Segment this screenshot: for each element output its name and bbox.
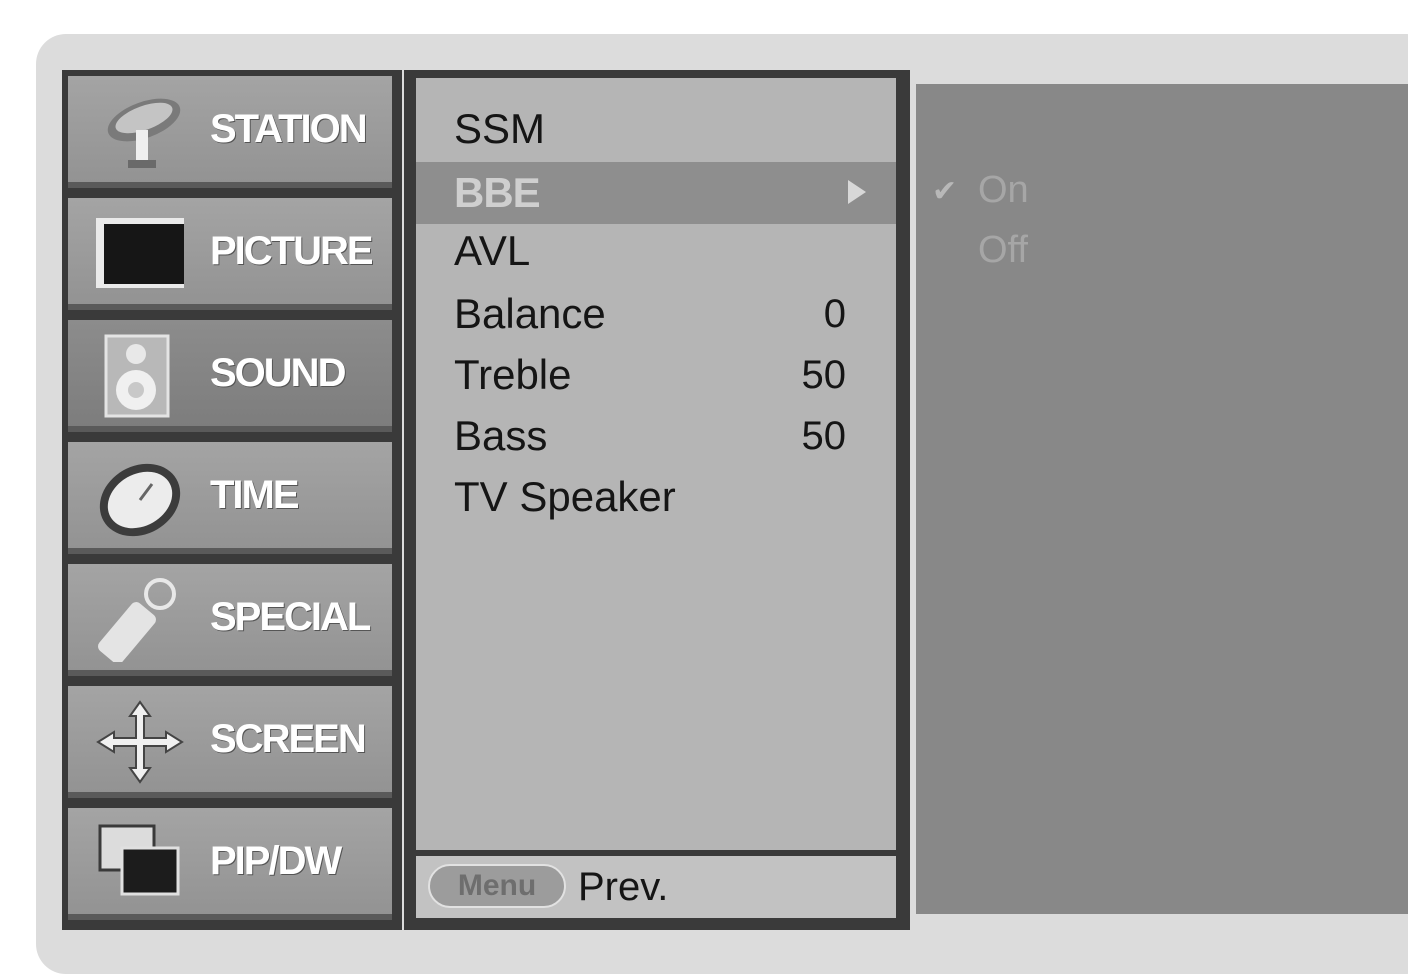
clock-icon: [92, 456, 188, 540]
menu-item-label: SSM: [454, 105, 546, 152]
menu-item-value: 50: [801, 414, 847, 458]
category-pip-dw[interactable]: PIP/DW: [68, 808, 392, 920]
menu-footer: Menu Prev.: [416, 856, 896, 918]
category-time[interactable]: TIME: [68, 442, 392, 554]
option-off[interactable]: Off: [978, 220, 1028, 280]
category-label: PICTURE: [210, 229, 374, 273]
menu-item-label: AVL: [454, 227, 531, 274]
pip-windows-icon: [92, 822, 188, 906]
category-special[interactable]: SPECIAL: [68, 564, 392, 676]
option-label: On: [978, 169, 1029, 211]
speaker-icon: [92, 334, 188, 418]
category-label: TIME: [210, 473, 300, 517]
menu-item-label: Balance: [454, 290, 606, 337]
menu-item-label: TV Speaker: [454, 473, 676, 520]
category-label: SCREEN: [210, 717, 367, 761]
category-label: SPECIAL: [210, 595, 371, 639]
menu-item-bbe[interactable]: BBE: [416, 162, 896, 224]
menu-item-balance[interactable]: Balance 0: [416, 283, 896, 345]
category-label: SOUND: [210, 351, 346, 395]
checkmark-icon: ✔: [932, 174, 958, 209]
menu-item-label: BBE: [454, 169, 541, 216]
option-on[interactable]: On: [978, 160, 1029, 220]
category-sound[interactable]: SOUND: [68, 320, 392, 432]
menu-item-treble[interactable]: Treble 50: [416, 344, 896, 406]
menu-item-value: 50: [801, 353, 847, 397]
category-label: STATION: [210, 107, 368, 151]
move-arrows-icon: [92, 700, 188, 784]
submenu-arrow-icon: [848, 180, 866, 204]
category-screen[interactable]: SCREEN: [68, 686, 392, 798]
menu-item-tv-speaker[interactable]: TV Speaker: [416, 466, 896, 528]
category-station[interactable]: STATION: [68, 76, 392, 188]
tv-screen-icon: [92, 212, 188, 296]
menu-item-bass[interactable]: Bass 50: [416, 405, 896, 467]
menu-item-label: Bass: [454, 412, 548, 459]
option-label: Off: [978, 229, 1028, 271]
menu-item-ssm[interactable]: SSM: [416, 98, 896, 160]
category-label: PIP/DW: [210, 839, 342, 883]
prev-label: Prev.: [578, 865, 669, 909]
satellite-dish-icon: [92, 90, 188, 174]
menu-item-label: Treble: [454, 351, 572, 398]
menu-item-value: 0: [823, 292, 846, 336]
remote-control-icon: [92, 578, 188, 662]
menu-button[interactable]: Menu: [428, 864, 566, 908]
menu-item-avl[interactable]: AVL: [416, 220, 896, 282]
category-picture[interactable]: PICTURE: [68, 198, 392, 310]
